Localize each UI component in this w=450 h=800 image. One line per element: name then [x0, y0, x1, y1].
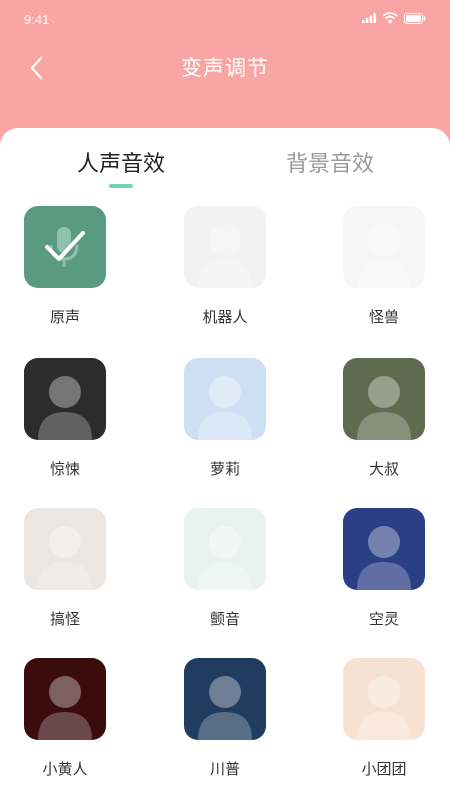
effect-item[interactable]: 颤音	[165, 508, 285, 658]
effect-item[interactable]: 怪兽	[324, 206, 444, 356]
effect-item[interactable]: 萝莉	[165, 358, 285, 508]
battery-icon	[404, 12, 426, 24]
trump-poster-image	[184, 658, 266, 740]
effect-label: 萝莉	[209, 460, 240, 478]
signal-icon	[362, 13, 376, 23]
portrait-placeholder	[198, 224, 252, 288]
horror-girl-image	[24, 358, 106, 440]
content-sheet: 人声音效 背景音效 原声 机器人 怪兽惊悚 萝莉 大叔搞怪 颤音 空灵小黄人 川普 小团团	[0, 128, 450, 800]
portrait-placeholder	[357, 376, 411, 440]
anime-girl-image	[184, 358, 266, 440]
effect-label: 小团团	[361, 760, 407, 778]
effect-label: 搞怪	[49, 610, 80, 628]
portrait-placeholder	[357, 676, 411, 740]
portrait-placeholder	[38, 526, 92, 590]
effect-item[interactable]: 机器人	[165, 206, 285, 356]
effect-item[interactable]: 川普	[165, 658, 285, 800]
tab-bar: 人声音效 背景音效	[0, 146, 450, 196]
effect-item[interactable]: 搞怪	[5, 508, 125, 658]
fan-girl-image	[184, 508, 266, 590]
tab-voice-effects[interactable]: 人声音效	[56, 146, 186, 178]
effect-label: 小黄人	[42, 760, 88, 778]
laughing-girl-image	[24, 508, 106, 590]
effect-item[interactable]: 惊悚	[5, 358, 125, 508]
portrait-placeholder	[38, 376, 92, 440]
page-title: 变声调节	[181, 56, 269, 80]
robot-astronaut-image	[184, 206, 266, 288]
tab-background-effects[interactable]: 背景音效	[265, 146, 395, 178]
nav-bar: 变声调节	[0, 40, 450, 96]
effect-label: 空灵	[368, 610, 399, 628]
old-man-image	[343, 358, 425, 440]
effect-item[interactable]: 小黄人	[5, 658, 125, 800]
wifi-icon	[382, 12, 398, 24]
microphone-check-icon	[24, 206, 106, 288]
crying-anime-image	[343, 658, 425, 740]
portrait-placeholder	[357, 526, 411, 590]
effect-item[interactable]: 原声	[5, 206, 125, 356]
effect-label: 颤音	[209, 610, 240, 628]
effect-label: 大叔	[368, 460, 399, 478]
status-time: 9:41	[24, 12, 50, 27]
effect-label: 机器人	[202, 308, 248, 326]
effect-label: 川普	[209, 760, 240, 778]
effect-item[interactable]: 空灵	[324, 508, 444, 658]
portrait-placeholder	[38, 676, 92, 740]
effect-item[interactable]: 大叔	[324, 358, 444, 508]
portrait-placeholder	[357, 224, 411, 288]
effect-label: 惊悚	[49, 460, 80, 478]
portrait-placeholder	[198, 376, 252, 440]
check-icon	[45, 227, 85, 267]
night-sky-image	[343, 508, 425, 590]
status-icons	[362, 12, 426, 24]
effect-label: 怪兽	[368, 308, 399, 326]
effect-item[interactable]: 小团团	[324, 658, 444, 800]
effect-label: 原声	[49, 308, 80, 326]
monster-image	[343, 206, 425, 288]
minion-image	[24, 658, 106, 740]
portrait-placeholder	[198, 676, 252, 740]
tab-indicator	[109, 184, 133, 188]
portrait-placeholder	[198, 526, 252, 590]
status-bar: 9:41	[0, 0, 450, 40]
